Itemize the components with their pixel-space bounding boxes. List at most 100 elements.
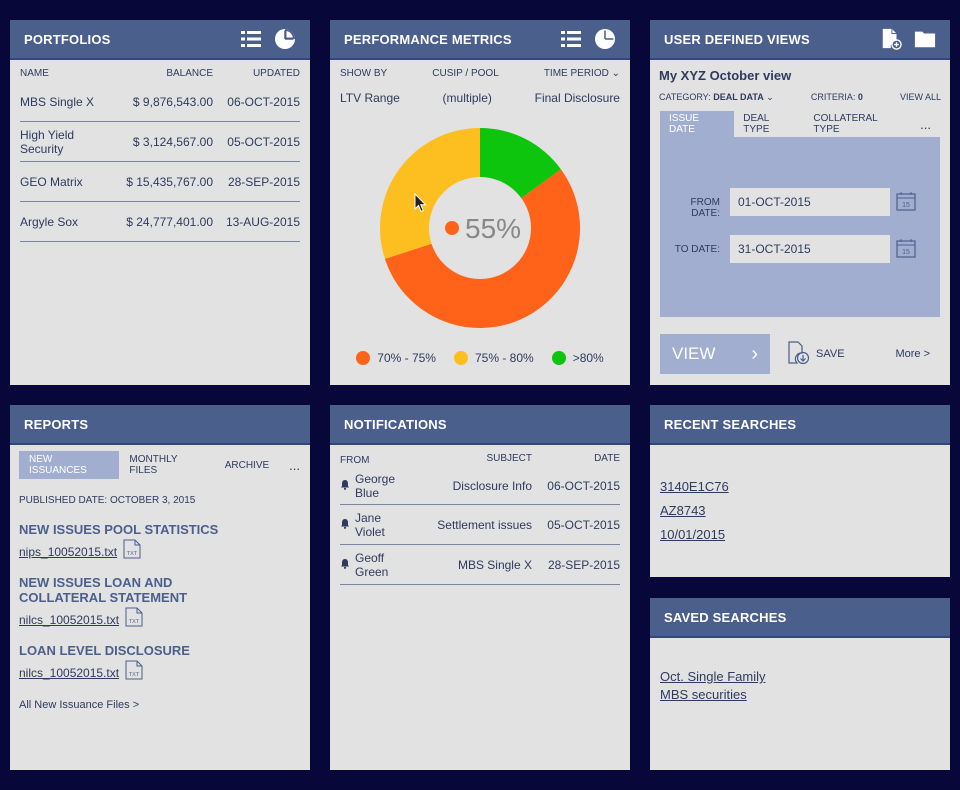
tab-deal-type[interactable]: DEAL TYPE [734,111,804,137]
table-row[interactable]: George Blue Disclosure Info 06-OCT-2015 [340,467,620,505]
from-date-input[interactable] [730,188,890,216]
col-subject[interactable]: SUBJECT [412,453,532,467]
notification-from: Jane Violet [355,510,385,539]
saved-searches-panel: SAVED SEARCHES Oct. Single Family MBS se… [650,598,950,770]
col-balance[interactable]: BALANCE [108,68,213,82]
all-new-issuance-link[interactable]: All New Issuance Files > [10,699,310,711]
bell-icon [340,518,350,532]
tab-archive[interactable]: ARCHIVE [215,451,279,479]
performance-header: PERFORMANCE METRICS [330,20,630,60]
tabs-more-button[interactable]: ... [279,451,310,479]
donut-chart: 55% [330,120,630,340]
save-button[interactable]: SAVE [786,340,845,368]
col-from[interactable]: FROM [340,453,412,467]
view-name: My XYZ October view [659,68,792,83]
folder-icon[interactable] [914,28,936,50]
portfolio-updated: 05-OCT-2015 [227,134,300,149]
view-all-link[interactable]: VIEW ALL [900,92,941,103]
notifications-title: NOTIFICATIONS [344,416,447,432]
time-period-dropdown[interactable]: TIME PERIOD ⌄ [544,68,620,79]
chart-legend: 70% - 75% 75% - 80% >80% [330,351,630,365]
center-value: 55% [465,213,521,244]
txt-file-icon[interactable]: TXT [125,660,143,685]
pie-chart-icon[interactable] [594,28,616,50]
new-document-icon[interactable] [880,28,902,50]
criteria-label: CRITERIA: [810,92,856,102]
report-title: NEW ISSUES POOL STATISTICS [19,522,219,537]
table-row[interactable]: GEO Matrix $ 15,435,767.00 28-SEP-2015 [20,162,300,202]
portfolio-updated: 28-SEP-2015 [227,174,300,189]
calendar-icon[interactable]: 15 [896,238,916,258]
view-button[interactable]: VIEW › [660,334,770,374]
table-row[interactable]: Geoff Green MBS Single X 28-SEP-2015 [340,545,620,585]
reports-title: REPORTS [24,416,89,432]
table-row[interactable]: MBS Single X $ 9,876,543.00 06-OCT-2015 [20,82,300,122]
time-period-value[interactable]: Final Disclosure [535,91,620,105]
saved-search-link[interactable]: MBS securities [660,687,747,702]
report-title: NEW ISSUES LOAN AND COLLATERAL STATEMENT [19,575,188,605]
tabs-more-button[interactable]: ... [911,111,940,137]
portfolio-balance: $ 15,435,767.00 [126,174,213,189]
saved-search-link[interactable]: Oct. Single Family [660,669,765,684]
notifications-header: NOTIFICATIONS [330,405,630,445]
report-file-link[interactable]: nilcs_10052015.txt [19,666,119,680]
txt-file-icon[interactable]: TXT [125,607,143,632]
cusip-pool-value[interactable]: (multiple) [443,91,492,105]
col-date[interactable]: DATE [532,453,620,467]
portfolio-name: High Yield Security [20,127,75,156]
show-by-value[interactable]: LTV Range [340,91,400,105]
table-row[interactable]: Jane Violet Settlement issues 05-OCT-201… [340,505,620,545]
udv-tabs: ISSUE DATE DEAL TYPE COLLATERAL TYPE ... [660,111,940,137]
txt-badge: TXT [129,672,140,678]
col-updated[interactable]: UPDATED [213,68,300,82]
report-file-link[interactable]: nilcs_10052015.txt [19,613,119,627]
txt-file-icon[interactable]: TXT [123,539,141,564]
performance-title: PERFORMANCE METRICS [344,31,512,47]
recent-search-link[interactable]: 3140E1C76 [660,475,940,499]
portfolio-balance: $ 24,777,401.00 [126,214,213,229]
report-file-link[interactable]: nips_10052015.txt [19,545,117,559]
tab-new-issuances[interactable]: NEW ISSUANCES [19,451,120,479]
notification-subject: Disclosure Info [452,478,532,493]
legend-item[interactable]: 70% - 75% [356,351,436,365]
table-row[interactable]: High Yield Security $ 3,124,567.00 05-OC… [20,122,300,162]
notification-date: 28-SEP-2015 [547,557,620,572]
recent-search-link[interactable]: 10/01/2015 [660,523,940,547]
legend-label: 70% - 75% [377,351,436,365]
criteria-value: 0 [857,92,863,102]
txt-badge: TXT [129,619,140,625]
portfolio-balance: $ 9,876,543.00 [132,94,213,109]
report-section: LOAN LEVEL DISCLOSURE nilcs_10052015.txt… [10,643,310,685]
category-dropdown[interactable]: CATEGORY: DEAL DATA ⌄ [659,92,774,103]
portfolio-name: MBS Single X [20,94,95,109]
report-title: LOAN LEVEL DISCLOSURE [19,643,190,658]
category-value: DEAL DATA [713,92,764,102]
portfolios-header: PORTFOLIOS [10,20,310,60]
bell-icon [340,479,350,493]
reports-panel: REPORTS NEW ISSUANCES MONTHLY FILES ARCH… [10,405,310,770]
notification-from: George Blue [355,471,396,500]
time-period-label: TIME PERIOD [543,68,609,79]
tab-monthly-files[interactable]: MONTHLY FILES [119,451,214,479]
calendar-icon[interactable]: 15 [896,191,916,211]
notification-subject: MBS Single X [457,557,532,572]
more-link[interactable]: More > [895,348,930,360]
legend-label: 75% - 80% [474,351,534,365]
list-view-icon[interactable] [560,28,582,50]
notification-subject: Settlement issues [437,517,532,532]
col-name[interactable]: NAME [20,68,108,82]
recent-search-link[interactable]: AZ8743 [660,499,940,523]
legend-item[interactable]: >80% [551,351,604,365]
legend-label: >80% [572,351,604,365]
to-date-input[interactable] [730,235,890,263]
tab-issue-date[interactable]: ISSUE DATE [660,111,735,137]
table-row[interactable]: Argyle Sox $ 24,777,401.00 13-AUG-2015 [20,202,300,242]
to-date-label: TO DATE: [674,244,720,255]
portfolios-panel: PORTFOLIOS NAME BALANCE UPDATED MBS Sing… [10,20,310,385]
pie-chart-icon[interactable] [274,28,296,50]
reports-tabs: NEW ISSUANCES MONTHLY FILES ARCHIVE ... [10,451,310,479]
legend-item[interactable]: 75% - 80% [453,351,534,365]
tab-collateral-type[interactable]: COLLATERAL TYPE [804,111,911,137]
calendar-day: 15 [902,249,910,256]
list-view-icon[interactable] [240,28,262,50]
